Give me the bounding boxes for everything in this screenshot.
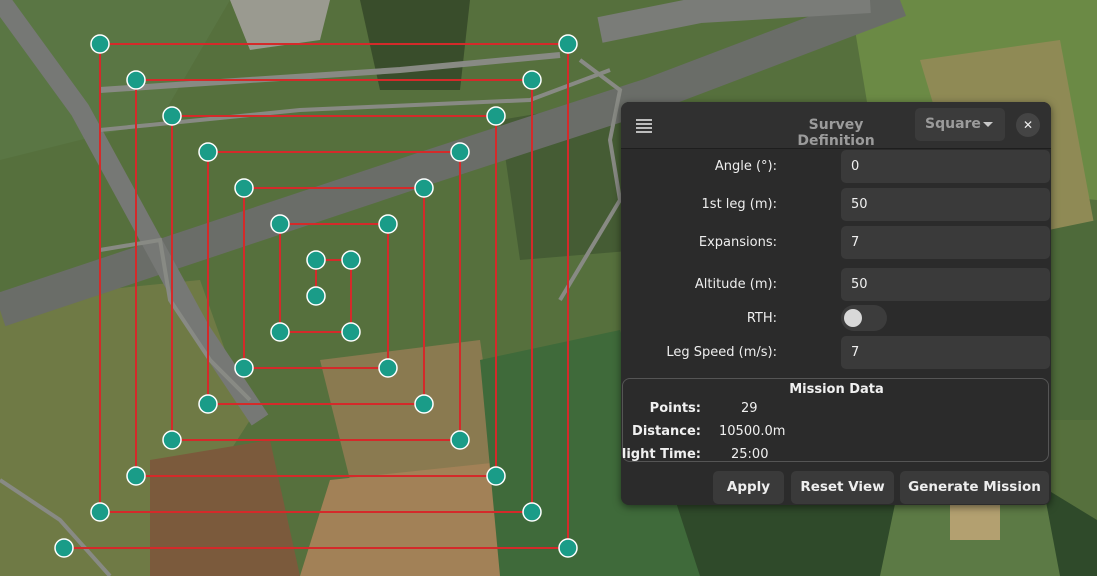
angle-label: Angle (°): (714, 159, 777, 174)
waypoint-marker[interactable] (270, 322, 290, 342)
waypoint-marker[interactable] (341, 322, 361, 342)
waypoint-marker[interactable] (378, 214, 398, 234)
mission-data-box: Mission Data Points: 29 Distance: 10500.… (621, 378, 1049, 462)
waypoint-marker[interactable] (450, 142, 470, 162)
waypoint-marker[interactable] (90, 502, 110, 522)
expansions-field[interactable] (841, 226, 1050, 259)
altitude-field[interactable] (841, 268, 1050, 301)
waypoint-marker[interactable] (414, 394, 434, 414)
rth-label: RTH: (746, 311, 777, 326)
hamburger-icon[interactable] (636, 119, 652, 133)
leg-speed-label: Leg Speed (m/s): (666, 345, 777, 360)
shape-dropdown-value: Square (925, 116, 981, 132)
waypoint-marker[interactable] (486, 466, 506, 486)
waypoint-marker[interactable] (234, 358, 254, 378)
waypoint-marker[interactable] (558, 34, 578, 54)
waypoint-marker[interactable] (54, 538, 74, 558)
generate-mission-button[interactable]: Generate Mission (900, 471, 1049, 504)
close-icon[interactable]: ✕ (1016, 113, 1040, 137)
waypoint-marker[interactable] (522, 502, 542, 522)
toggle-knob (844, 309, 862, 327)
chevron-down-icon (983, 122, 993, 127)
altitude-label: Altitude (m): (694, 277, 777, 292)
waypoint-marker[interactable] (234, 178, 254, 198)
reset-view-button[interactable]: Reset View (791, 471, 894, 504)
survey-definition-panel: Survey Definition Square ✕ Angle (°): 1s… (621, 102, 1051, 505)
panel-title: Survey Definition (797, 117, 875, 149)
rth-toggle[interactable] (841, 305, 887, 331)
waypoint-marker[interactable] (198, 142, 218, 162)
waypoint-marker[interactable] (558, 538, 578, 558)
waypoint-marker[interactable] (162, 106, 182, 126)
expansions-label: Expansions: (698, 235, 777, 250)
flight-time-value: 25:00 (731, 447, 769, 462)
waypoint-marker[interactable] (270, 214, 290, 234)
shape-dropdown[interactable]: Square (915, 108, 1005, 141)
waypoint-marker[interactable] (414, 178, 434, 198)
panel-header: Survey Definition Square ✕ (621, 102, 1051, 149)
flight-time-label: Flight Time: (621, 447, 701, 462)
distance-value: 10500.0m (719, 424, 786, 439)
waypoint-marker[interactable] (162, 430, 182, 450)
distance-label: Distance: (632, 424, 701, 439)
waypoint-marker[interactable] (486, 106, 506, 126)
leg-speed-field[interactable] (841, 336, 1050, 369)
waypoint-marker[interactable] (306, 286, 326, 306)
waypoint-marker[interactable] (126, 466, 146, 486)
waypoint-marker[interactable] (522, 70, 542, 90)
points-value: 29 (741, 401, 758, 416)
waypoint-marker[interactable] (378, 358, 398, 378)
first-leg-label: 1st leg (m): (701, 197, 777, 212)
waypoint-marker[interactable] (341, 250, 361, 270)
points-label: Points: (649, 401, 701, 416)
waypoint-marker[interactable] (198, 394, 218, 414)
apply-button[interactable]: Apply (713, 471, 784, 504)
waypoint-marker[interactable] (90, 34, 110, 54)
first-leg-field[interactable] (841, 188, 1050, 221)
mission-data-title: Mission Data (789, 382, 884, 397)
waypoint-marker[interactable] (450, 430, 470, 450)
angle-field[interactable] (841, 150, 1050, 183)
waypoint-marker[interactable] (306, 250, 326, 270)
waypoint-marker[interactable] (126, 70, 146, 90)
